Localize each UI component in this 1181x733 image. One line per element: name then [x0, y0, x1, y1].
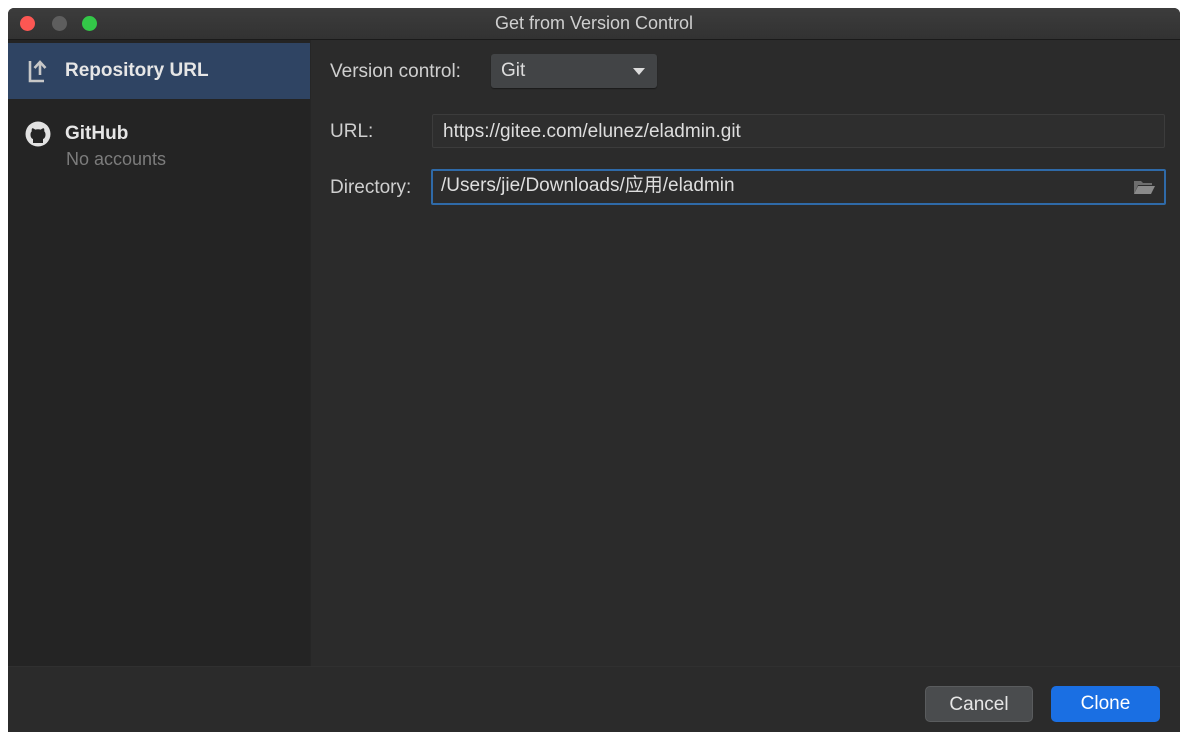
- dialog-footer: Cancel Clone: [8, 666, 1180, 732]
- clone-button[interactable]: Clone: [1051, 686, 1160, 722]
- directory-value: /Users/jie/Downloads/应用/eladmin: [441, 175, 735, 196]
- github-icon: [25, 121, 51, 147]
- sidebar-item-github[interactable]: GitHub No accounts: [8, 108, 310, 178]
- window-title: Get from Version Control: [494, 13, 694, 33]
- version-control-dropdown[interactable]: Git: [491, 54, 657, 88]
- main-panel: Version control: Git URL: https://gitee.…: [311, 40, 1180, 666]
- sidebar-item-repository-url[interactable]: Repository URL: [8, 43, 310, 99]
- cancel-button[interactable]: Cancel: [925, 686, 1033, 722]
- url-input[interactable]: https://gitee.com/elunez/eladmin.git: [432, 114, 1165, 148]
- version-control-label: Version control:: [330, 61, 461, 82]
- sidebar-item-sublabel: No accounts: [66, 149, 167, 169]
- dropdown-arrow-icon: [633, 68, 645, 75]
- sidebar-item-label: GitHub: [65, 123, 129, 144]
- url-label: URL:: [330, 121, 374, 142]
- dialog-window: Get from Version Control Repository URL …: [8, 8, 1180, 732]
- sidebar-item-label: Repository URL: [65, 60, 209, 81]
- sidebar: Repository URL GitHub No accounts: [8, 40, 311, 666]
- directory-label: Directory:: [330, 177, 412, 198]
- repository-url-icon: [28, 60, 47, 83]
- browse-folder-icon[interactable]: [1133, 179, 1155, 195]
- title-bar: Get from Version Control: [8, 8, 1180, 40]
- directory-input[interactable]: /Users/jie/Downloads/应用/eladmin: [431, 169, 1166, 205]
- version-control-value: Git: [501, 60, 526, 81]
